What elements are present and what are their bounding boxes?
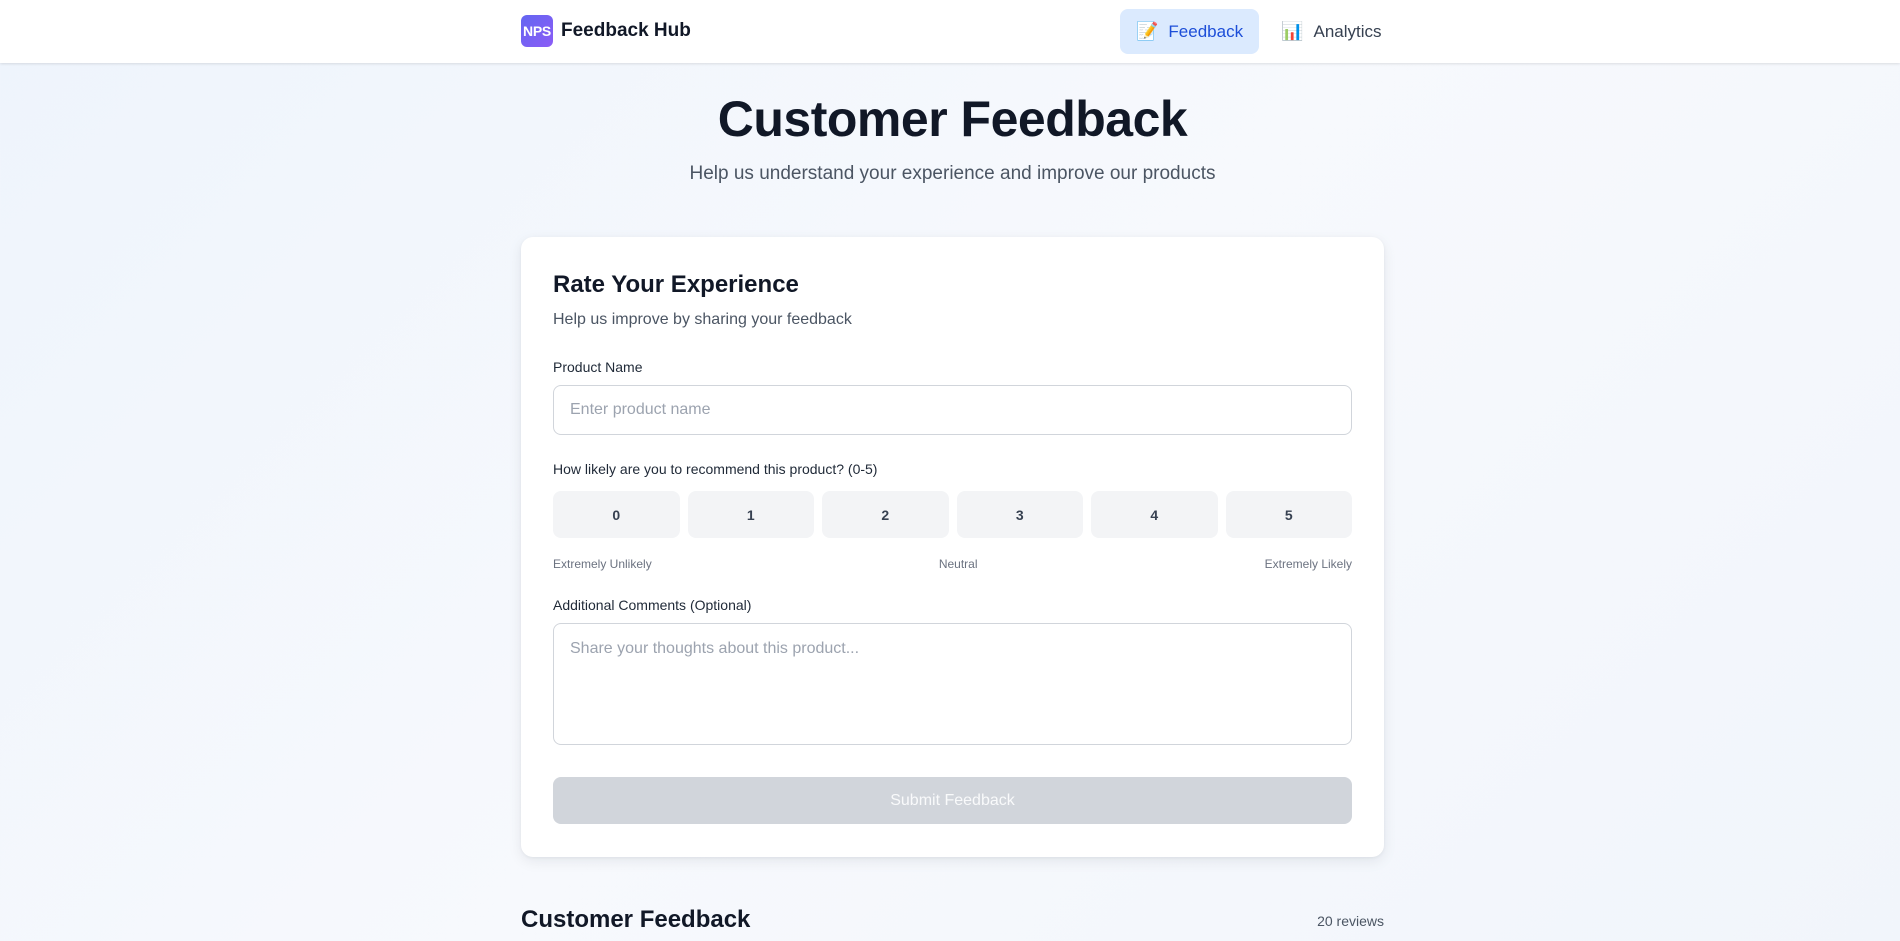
bar-chart-icon: 📊 <box>1281 21 1304 41</box>
reviews-section-title: Customer Feedback <box>521 906 751 933</box>
nav-item-analytics[interactable]: 📊 Analytics <box>1265 9 1397 54</box>
rating-button-0[interactable]: 0 <box>553 491 680 538</box>
rating-button-5[interactable]: 5 <box>1225 491 1352 538</box>
rating-label: How likely are you to recommend this pro… <box>553 461 878 477</box>
page-title: Customer Feedback <box>717 91 1188 147</box>
nps-logo: NPS <box>521 15 553 47</box>
top-nav-bar: NPS Feedback Hub 📝 Feedback 📊 Analytics <box>0 0 1900 63</box>
scale-low-label: Extremely Unlikely <box>553 557 652 571</box>
form-subtitle: Help us improve by sharing your feedback <box>553 311 852 328</box>
main-nav: 📝 Feedback 📊 Analytics <box>1120 9 1398 54</box>
product-name-label: Product Name <box>553 359 643 375</box>
memo-icon: 📝 <box>1136 21 1159 41</box>
page-subtitle: Help us understand your experience and i… <box>689 163 1216 184</box>
feedback-form-card: Rate Your Experience Help us improve by … <box>521 237 1384 857</box>
nav-item-label: Analytics <box>1313 21 1382 41</box>
submit-feedback-button[interactable]: Submit Feedback <box>553 777 1352 824</box>
rating-button-3[interactable]: 3 <box>956 491 1083 538</box>
reviews-count: 20 reviews <box>1317 913 1384 929</box>
comments-textarea[interactable] <box>553 623 1352 745</box>
rating-button-1[interactable]: 1 <box>687 491 814 538</box>
rating-scale: 0 1 2 3 4 5 <box>553 491 1352 538</box>
comments-label: Additional Comments (Optional) <box>553 597 752 613</box>
rating-button-4[interactable]: 4 <box>1091 491 1218 538</box>
brand-name: Feedback Hub <box>561 20 691 41</box>
form-title: Rate Your Experience <box>553 271 799 298</box>
nav-item-label: Feedback <box>1168 21 1244 41</box>
rating-button-2[interactable]: 2 <box>822 491 949 538</box>
nav-item-feedback[interactable]: 📝 Feedback <box>1120 9 1260 54</box>
rating-scale-legend: Extremely Unlikely Neutral Extremely Lik… <box>553 557 1352 571</box>
scale-mid-label: Neutral <box>938 557 978 571</box>
brand[interactable]: NPS Feedback Hub <box>521 15 691 47</box>
product-name-input[interactable] <box>553 385 1352 435</box>
scale-high-label: Extremely Likely <box>1264 557 1352 571</box>
